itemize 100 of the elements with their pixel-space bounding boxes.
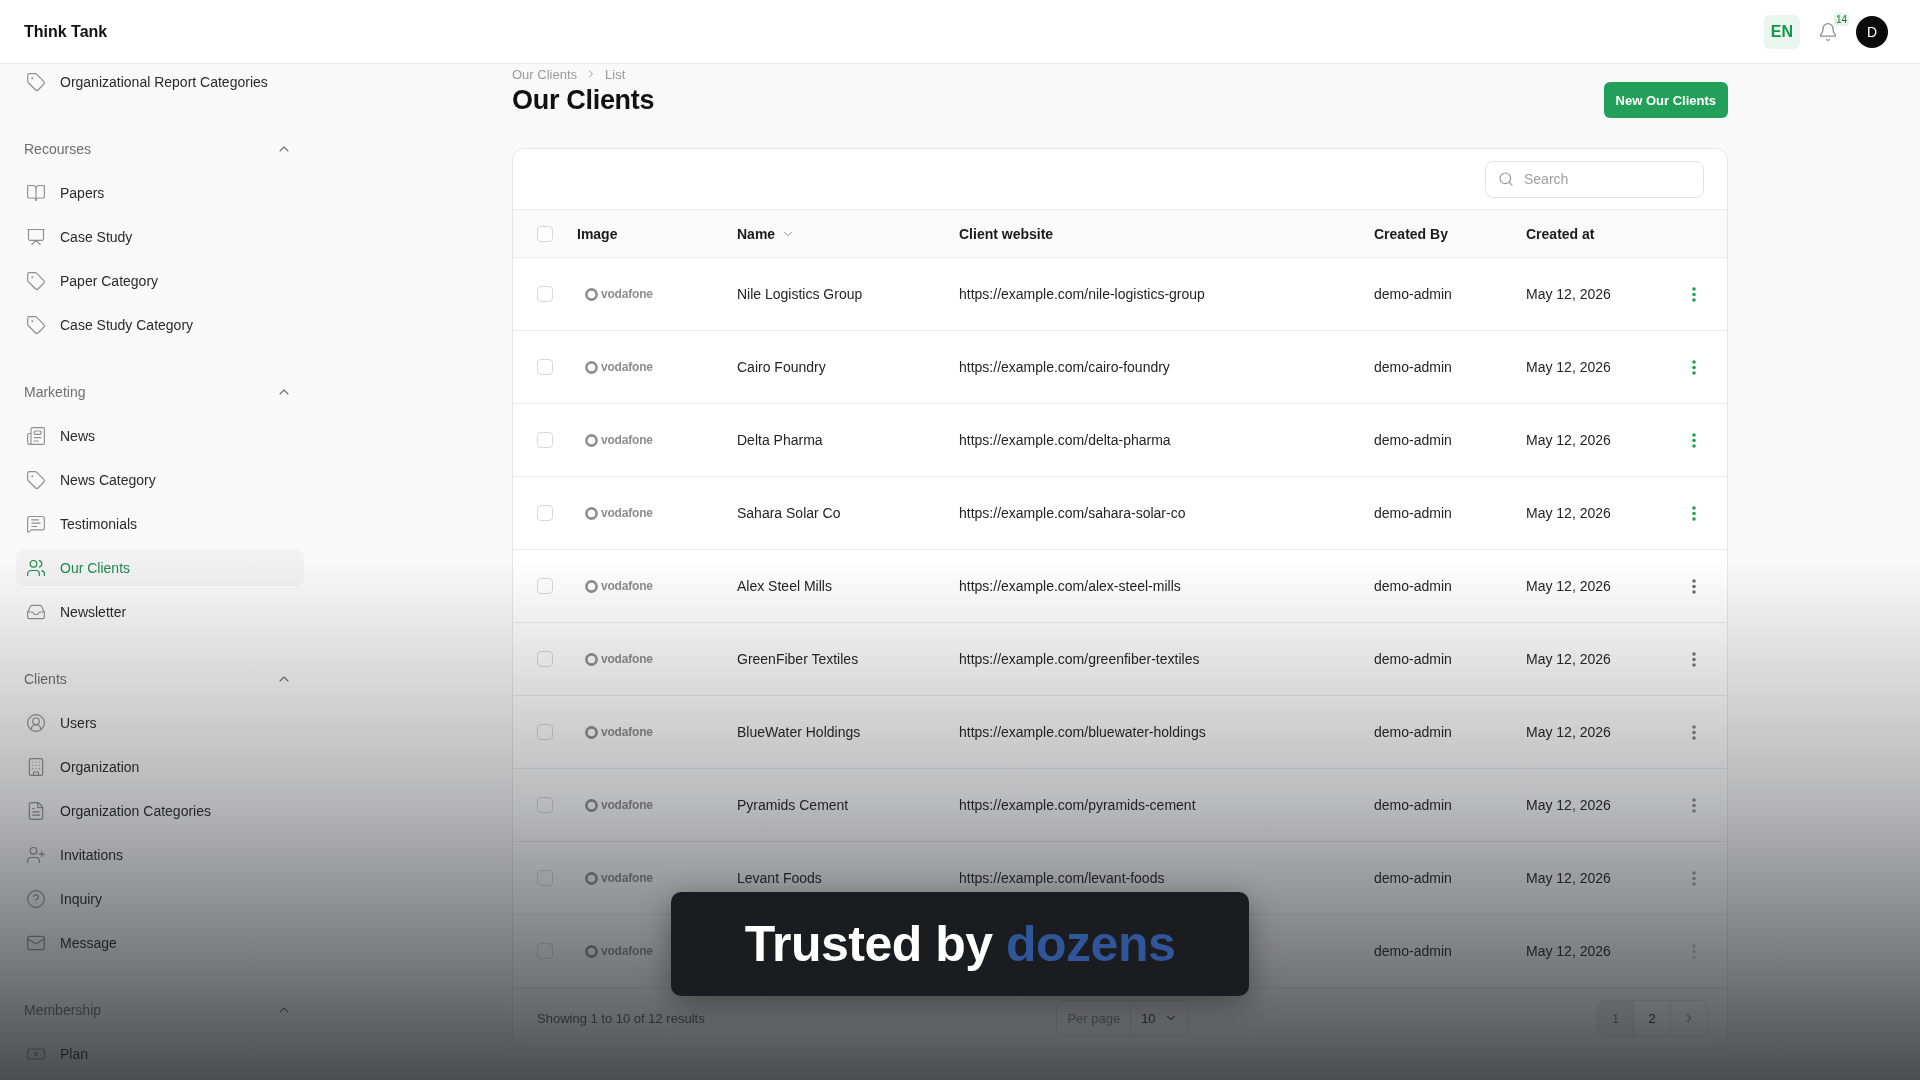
logo-text: vodafone: [601, 652, 653, 666]
column-header: Created at: [1526, 225, 1595, 242]
table-cell-text: Nile Logistics Group: [737, 286, 864, 302]
caption-text: Trusted by dozens: [744, 915, 1176, 973]
help-icon: [26, 889, 46, 909]
table-cell-text: demo-admin: [1374, 943, 1453, 959]
table-cell-text: demo-admin: [1374, 797, 1453, 813]
sidebar-item[interactable]: News Category: [16, 462, 304, 498]
table-cell-text: May 12, 2026: [1526, 943, 1612, 959]
bell-icon: [1818, 21, 1838, 42]
tag-icon: [26, 72, 46, 92]
table-cell-text: May 12, 2026: [1526, 651, 1612, 667]
book-icon: [26, 183, 46, 203]
table-cell-text: demo-admin: [1374, 359, 1453, 375]
row-checkbox[interactable]: [537, 651, 553, 667]
row-checkbox[interactable]: [537, 797, 553, 813]
ring-logo-icon: [585, 652, 598, 666]
inbox-icon: [26, 602, 46, 622]
next-page-button[interactable]: [1671, 999, 1708, 1037]
row-checkbox[interactable]: [537, 505, 553, 521]
sidebar-item[interactable]: Our Clients: [16, 550, 304, 586]
language-button[interactable]: EN: [1763, 14, 1800, 49]
tag-icon: [26, 315, 46, 335]
row-checkbox[interactable]: [537, 432, 553, 448]
mail-icon: [26, 933, 46, 953]
sidebar-item[interactable]: Case Study: [16, 219, 304, 255]
new-client-button[interactable]: New Our Clients: [1603, 82, 1728, 118]
table-cell-text: demo-admin: [1374, 505, 1453, 521]
ring-logo-icon: [585, 798, 598, 812]
table-cell-text: demo-admin: [1374, 578, 1453, 594]
table-cell-text: May 12, 2026: [1526, 724, 1612, 740]
newspaper-icon: [26, 426, 46, 446]
sidebar-item[interactable]: News: [16, 418, 304, 454]
sidebar-item[interactable]: Inquiry: [16, 881, 304, 917]
table-cell-text: Delta Pharma: [737, 432, 824, 448]
table-cell-text: demo-admin: [1374, 432, 1453, 448]
logo-text: vodafone: [601, 287, 653, 301]
sidebar-item[interactable]: Testimonials: [16, 506, 304, 542]
table-cell-text: demo-admin: [1374, 651, 1453, 667]
table-cell-text: Sahara Solar Co: [737, 505, 842, 521]
breadcrumb-current: List: [605, 66, 626, 82]
sidebar-item[interactable]: Message: [16, 925, 304, 961]
table-cell-text: Alex Steel Mills: [737, 578, 833, 594]
table-cell-text: May 12, 2026: [1526, 578, 1612, 594]
column-header: Client website: [959, 225, 1054, 242]
search-field[interactable]: Search: [1485, 160, 1704, 198]
table-cell-text: https://example.com/delta-pharma: [959, 432, 1172, 448]
ring-logo-icon: [585, 360, 598, 374]
table-cell-text: https://example.com/levant-foods: [959, 870, 1166, 886]
logo-text: vodafone: [601, 579, 653, 593]
group-toggle[interactable]: Clients: [16, 661, 304, 697]
sidebar-item[interactable]: Paper Category: [16, 263, 304, 299]
table-cell-text: https://example.com/pyramids-cement: [959, 797, 1197, 813]
table-cell-text: May 12, 2026: [1526, 870, 1612, 886]
document-icon: [26, 801, 46, 821]
row-checkbox[interactable]: [537, 286, 553, 302]
sidebar-item[interactable]: Newsletter: [16, 594, 304, 630]
sidebar-item[interactable]: Organization: [16, 749, 304, 785]
row-checkbox[interactable]: [537, 943, 553, 959]
brand-name: Think Tank: [24, 22, 108, 41]
column-header: Image: [577, 225, 618, 242]
column-header: Created By: [1374, 225, 1448, 242]
sidebar-item[interactable]: Invitations: [16, 837, 304, 873]
sidebar-item[interactable]: Case Study Category: [16, 307, 304, 343]
select-all-checkbox[interactable]: [537, 225, 553, 242]
logo-text: vodafone: [601, 360, 653, 374]
ring-logo-icon: [585, 287, 598, 301]
sidebar-item[interactable]: Organizational Report Categories: [16, 64, 304, 100]
row-checkbox[interactable]: [537, 724, 553, 740]
table-cell-text: May 12, 2026: [1526, 286, 1612, 302]
ring-logo-icon: [585, 944, 598, 958]
table-cell-text: GreenFiber Textiles: [737, 651, 860, 667]
speech-bubble-icon: [26, 514, 46, 534]
column-header[interactable]: Name: [737, 225, 796, 242]
search-icon: [1498, 171, 1514, 187]
notification-count: 14: [1833, 12, 1849, 26]
user-plus-icon: [26, 845, 46, 865]
ring-logo-icon: [585, 506, 598, 520]
ring-logo-icon: [585, 725, 598, 739]
people-group-icon: [26, 558, 46, 578]
table-cell-text: Cairo Foundry: [737, 359, 827, 375]
ring-logo-icon: [585, 871, 598, 885]
row-checkbox[interactable]: [537, 870, 553, 886]
row-checkbox[interactable]: [537, 359, 553, 375]
group-toggle[interactable]: Marketing: [16, 374, 304, 410]
sidebar-item[interactable]: Papers: [16, 175, 304, 211]
group-toggle[interactable]: Recourses: [16, 131, 304, 167]
user-avatar[interactable]: D: [1856, 15, 1888, 48]
table-cell-text: https://example.com/alex-steel-mills: [959, 578, 1182, 594]
sidebar-item[interactable]: Users: [16, 705, 304, 741]
sidebar-item[interactable]: Organization Categories: [16, 793, 304, 829]
row-checkbox[interactable]: [537, 578, 553, 594]
table-cell-text: May 12, 2026: [1526, 797, 1612, 813]
logo-text: vodafone: [601, 871, 653, 885]
ring-logo-icon: [585, 433, 598, 447]
table-cell-text: https://example.com/nile-logistics-group: [959, 286, 1206, 302]
table-cell-text: https://example.com/sahara-solar-co: [959, 505, 1187, 521]
logo-text: vodafone: [601, 506, 653, 520]
logo-text: vodafone: [601, 798, 653, 812]
table-cell-text: https://example.com/bluewater-holdings: [959, 724, 1207, 740]
